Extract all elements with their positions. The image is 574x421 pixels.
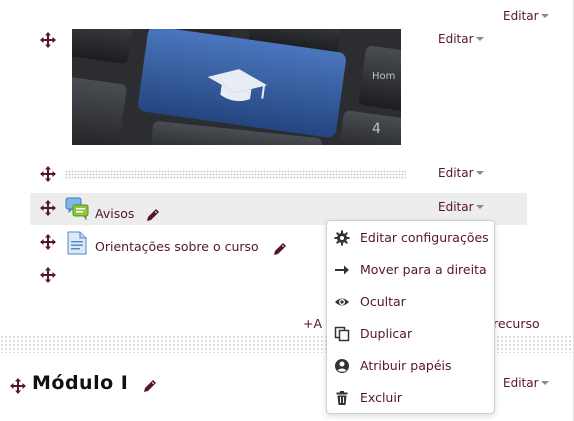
- menu-item-label: Excluir: [360, 390, 402, 405]
- document-icon: [67, 231, 87, 255]
- activity-edit-menu[interactable]: Editar: [438, 200, 484, 214]
- edit-label: Editar: [503, 376, 539, 390]
- key-legend-four: 4: [372, 121, 381, 137]
- menu-item-label: Editar configurações: [360, 230, 489, 245]
- menu-item-label: Duplicar: [360, 326, 413, 341]
- activity-link-avisos[interactable]: Avisos: [95, 206, 134, 221]
- edit-label: Editar: [503, 9, 539, 23]
- caret-down-icon: [540, 14, 549, 18]
- caret-down-icon: [475, 205, 484, 209]
- eye-icon: [334, 294, 350, 310]
- menu-item-label: Atribuir papéis: [360, 358, 452, 373]
- menu-item-hide[interactable]: Ocultar: [327, 287, 494, 317]
- menu-item-move-right[interactable]: Mover para a direita: [327, 255, 494, 285]
- arrow-right-icon: [334, 262, 350, 278]
- activity-link-orientacoes[interactable]: Orientações sobre o curso: [95, 239, 259, 254]
- banner-edit-menu[interactable]: Editar: [438, 32, 484, 46]
- menu-item-edit-settings[interactable]: Editar configurações: [327, 223, 494, 253]
- menu-item-label: Ocultar: [360, 294, 406, 309]
- trash-icon: [334, 390, 350, 406]
- gear-icon: [334, 230, 350, 246]
- edit-label: Editar: [438, 166, 474, 180]
- user-icon: [334, 358, 350, 374]
- add-resource-link[interactable]: +A: [303, 316, 322, 331]
- edit-label: Editar: [438, 200, 474, 214]
- edit-label: Editar: [438, 32, 474, 46]
- pencil-icon[interactable]: [143, 378, 157, 392]
- caret-down-icon: [540, 381, 549, 385]
- menu-item-duplicate[interactable]: Duplicar: [327, 319, 494, 349]
- copy-icon: [334, 326, 350, 342]
- divider-edit-menu[interactable]: Editar: [438, 166, 484, 180]
- key-legend-home: Hom: [372, 71, 395, 82]
- move-icon[interactable]: [40, 32, 56, 48]
- edit-dropdown-menu: Editar configurações Mover para a direit…: [326, 220, 495, 414]
- add-resource-suffix: recurso: [493, 316, 540, 331]
- menu-item-label: Mover para a direita: [360, 262, 487, 277]
- section-edit-menu[interactable]: Editar: [503, 9, 549, 23]
- caret-down-icon: [475, 171, 484, 175]
- move-icon[interactable]: [10, 378, 26, 394]
- menu-item-delete[interactable]: Excluir: [327, 383, 494, 413]
- forum-icon: [65, 197, 89, 221]
- pencil-icon[interactable]: [146, 207, 160, 221]
- menu-item-assign-roles[interactable]: Atribuir papéis: [327, 351, 494, 381]
- move-icon[interactable]: [40, 234, 56, 250]
- pencil-icon[interactable]: [273, 241, 287, 255]
- move-icon[interactable]: [40, 166, 56, 182]
- course-banner-image: Hom 4: [72, 29, 401, 145]
- caret-down-icon: [475, 37, 484, 41]
- add-resource-prefix: +A: [303, 316, 323, 331]
- divider-label: [65, 170, 406, 179]
- add-resource-link-suffix[interactable]: recurso: [493, 316, 540, 331]
- module-edit-menu[interactable]: Editar: [503, 376, 549, 390]
- section-title: Módulo I: [32, 372, 129, 394]
- move-icon[interactable]: [40, 200, 56, 216]
- move-icon[interactable]: [40, 267, 56, 283]
